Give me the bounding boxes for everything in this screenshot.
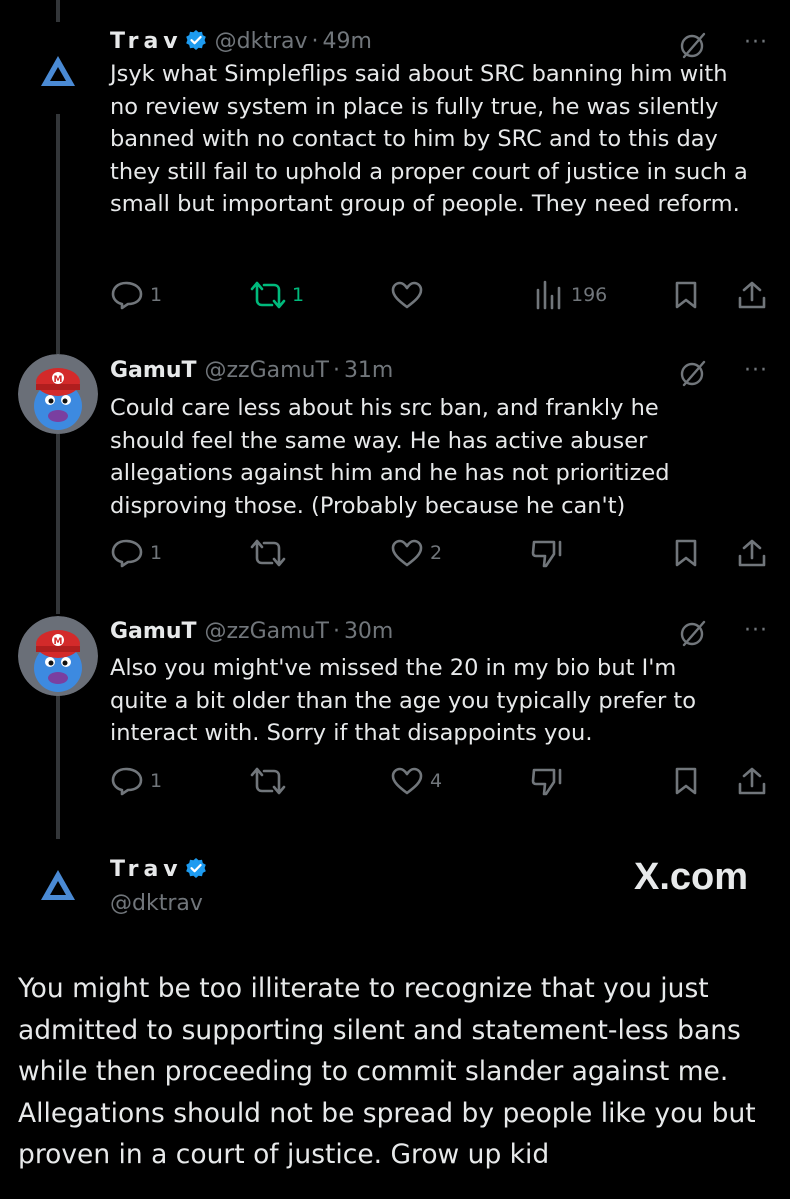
author-name[interactable]: Trav <box>110 857 183 882</box>
author-name[interactable]: GamuT <box>110 619 197 644</box>
share-icon <box>738 539 766 567</box>
retweet-count: 1 <box>292 284 305 306</box>
author-handle[interactable]: @dktrav <box>215 29 308 54</box>
share-button[interactable] <box>736 538 768 568</box>
author-name[interactable]: GamuT <box>110 358 197 383</box>
author-handle[interactable]: @zzGamuT <box>205 619 329 644</box>
heart-icon <box>391 281 423 309</box>
svg-text:M: M <box>54 375 63 385</box>
grok-icon[interactable] <box>678 358 708 388</box>
separator-dot: · <box>332 619 340 644</box>
retweet-icon <box>250 767 286 795</box>
bookmark-icon <box>675 539 697 567</box>
downvote-button[interactable] <box>530 766 564 796</box>
view-count: 196 <box>571 284 608 306</box>
share-button[interactable] <box>736 766 768 796</box>
action-bar: 1 1 196 <box>110 280 770 310</box>
separator-dot: · <box>311 29 319 54</box>
bookmark-icon <box>675 767 697 795</box>
more-options-icon[interactable]: ··· <box>744 30 768 55</box>
like-count: 4 <box>430 770 443 792</box>
share-icon <box>738 767 766 795</box>
like-button[interactable] <box>390 280 424 310</box>
tweet[interactable]: M GamuT @zzGamuT · 31m ··· Could care less … <box>0 330 790 592</box>
tweet[interactable]: M GamuT @zzGamuT · 30m ··· Also you might'v… <box>0 592 790 828</box>
like-button[interactable]: 2 <box>390 538 442 568</box>
action-bar: 1 4 <box>110 766 770 796</box>
reply-count: 1 <box>150 284 163 306</box>
thumbs-down-icon <box>531 768 562 796</box>
x-com-watermark: X.com <box>634 856 749 898</box>
retweet-button[interactable] <box>250 766 286 796</box>
share-button[interactable] <box>736 280 768 310</box>
avatar[interactable]: M <box>18 354 98 434</box>
share-icon <box>738 281 766 309</box>
reply-count: 1 <box>150 542 163 564</box>
tweet[interactable]: Trav @dktrav · 49m ··· Jsyk what Simpleflip… <box>0 0 790 330</box>
tweet-text: Could care less about his src ban, and f… <box>110 395 670 519</box>
verified-badge-icon <box>185 30 206 50</box>
like-button[interactable]: 4 <box>390 766 442 796</box>
more-options-icon[interactable]: ··· <box>744 358 768 383</box>
verified-badge-icon <box>185 858 206 878</box>
triangle-logo-icon[interactable] <box>38 866 78 906</box>
timestamp[interactable]: 30m <box>344 619 393 644</box>
heart-icon <box>391 767 423 795</box>
grok-icon[interactable] <box>678 30 708 60</box>
retweet-icon <box>250 281 286 309</box>
separator-dot: · <box>332 358 340 383</box>
retweet-button[interactable]: 1 <box>250 280 304 310</box>
tweet-text: You might be too illiterate to recognize… <box>18 973 756 1170</box>
thumbs-down-icon <box>531 540 562 568</box>
bookmark-button[interactable] <box>673 280 699 310</box>
avatar[interactable]: M <box>18 616 98 696</box>
retweet-button[interactable] <box>250 538 286 568</box>
reply-button[interactable]: 1 <box>110 280 162 310</box>
tweet-text: Jsyk what Simpleflips said about SRC ban… <box>110 61 748 217</box>
bookmark-button[interactable] <box>673 538 699 568</box>
svg-text:M: M <box>54 637 63 647</box>
reply-icon <box>111 539 143 568</box>
grok-icon[interactable] <box>678 618 708 648</box>
mario-cap-mascot-icon: M <box>18 616 98 696</box>
bookmark-button[interactable] <box>673 766 699 796</box>
reply-count: 1 <box>150 770 163 792</box>
bookmark-icon <box>675 281 697 309</box>
timestamp[interactable]: 31m <box>344 358 393 383</box>
views-button[interactable]: 196 <box>535 280 607 310</box>
author-handle[interactable]: @dktrav <box>110 891 203 916</box>
author-name[interactable]: Trav <box>110 29 183 54</box>
reply-button[interactable]: 1 <box>110 538 162 568</box>
tweet-text: Also you might've missed the 20 in my bi… <box>110 655 696 746</box>
author-handle[interactable]: @zzGamuT <box>205 358 329 383</box>
analytics-icon <box>536 280 561 310</box>
triangle-logo-icon[interactable] <box>38 52 78 92</box>
retweet-icon <box>250 539 286 567</box>
reply-button[interactable]: 1 <box>110 766 162 796</box>
downvote-button[interactable] <box>530 538 564 568</box>
timestamp[interactable]: 49m <box>323 29 372 54</box>
mario-cap-mascot-icon: M <box>18 354 98 434</box>
action-bar: 1 2 <box>110 538 770 568</box>
reply-icon <box>111 767 143 796</box>
reply-icon <box>111 281 143 310</box>
heart-icon <box>391 539 423 567</box>
like-count: 2 <box>430 542 443 564</box>
more-options-icon[interactable]: ··· <box>744 618 768 643</box>
